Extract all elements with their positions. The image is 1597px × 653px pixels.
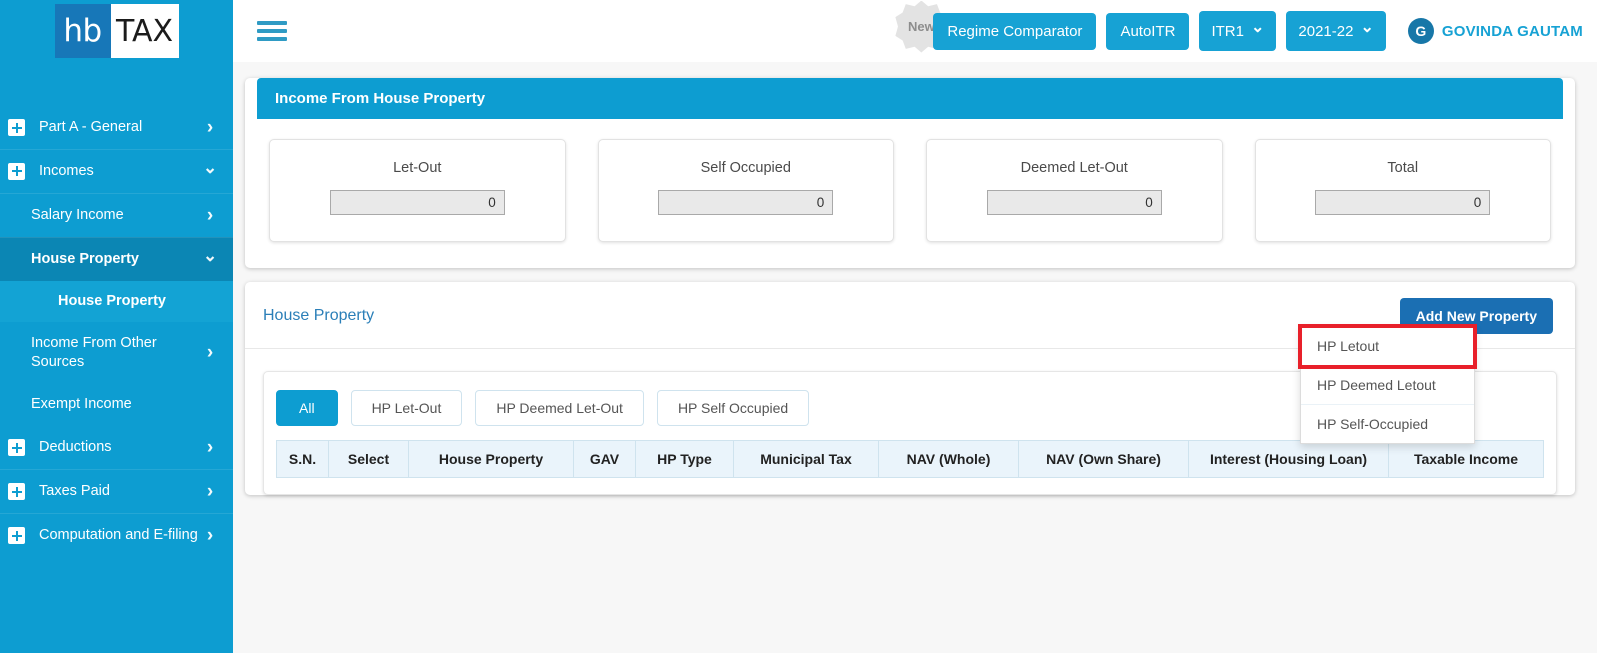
sidebar-item-taxes-paid[interactable]: Taxes Paid bbox=[0, 469, 233, 513]
summary-card-total: Total bbox=[1254, 139, 1551, 242]
regime-comparator-wrap: New Regime Comparator bbox=[895, 0, 1097, 53]
column-header-municipal-tax[interactable]: Municipal Tax bbox=[733, 440, 879, 478]
topbar-actions: New Regime Comparator AutoITR ITR1 2021-… bbox=[895, 0, 1587, 53]
filter-tab-hp-let-out[interactable]: HP Let-Out bbox=[350, 390, 463, 426]
column-header-gav[interactable]: GAV bbox=[573, 440, 636, 478]
column-header-taxable-income[interactable]: Taxable Income bbox=[1388, 440, 1544, 478]
avatar: G bbox=[1407, 18, 1434, 44]
plus-square-icon bbox=[8, 439, 25, 457]
user-menu[interactable]: G GOVINDA GAUTAM bbox=[1407, 18, 1583, 44]
column-header-nav-whole[interactable]: NAV (Whole) bbox=[878, 440, 1019, 478]
sidebar-item-salary-income[interactable]: Salary Income bbox=[0, 192, 233, 237]
regime-comparator-button[interactable]: Regime Comparator bbox=[933, 12, 1097, 50]
table-header-row: S.N. Select House Property GAV HP Type M… bbox=[276, 440, 1544, 478]
plus-square-icon bbox=[8, 162, 25, 180]
chevron-right-icon bbox=[203, 526, 217, 545]
itr-select-value: ITR1 bbox=[1211, 23, 1244, 40]
plus-square-icon bbox=[8, 483, 25, 501]
filter-tab-all[interactable]: All bbox=[276, 390, 338, 426]
summary-cards-row: Let-Out Self Occupied Deemed Let-Out Tot… bbox=[245, 119, 1575, 268]
sidebar-item-label: Salary Income bbox=[31, 206, 124, 223]
dropdown-item-hp-letout[interactable]: HP Letout bbox=[1298, 324, 1477, 369]
brand-logo[interactable]: hb TAX bbox=[0, 0, 233, 106]
summary-card-label: Self Occupied bbox=[700, 160, 791, 176]
summary-card-label: Let-Out bbox=[393, 160, 442, 176]
filter-tab-hp-self-occupied[interactable]: HP Self Occupied bbox=[656, 390, 810, 426]
auto-itr-button[interactable]: AutoITR bbox=[1106, 12, 1190, 50]
sidebar-item-label: Part A - General bbox=[39, 119, 143, 136]
sidebar-item-label: Exempt Income bbox=[31, 396, 132, 413]
sidebar-item-exempt-income[interactable]: Exempt Income bbox=[0, 383, 233, 426]
chevron-right-icon bbox=[203, 118, 217, 137]
house-property-table: S.N. Select House Property GAV HP Type M… bbox=[276, 440, 1544, 478]
column-header-nav-own-share[interactable]: NAV (Own Share) bbox=[1018, 440, 1189, 478]
column-header-sn[interactable]: S.N. bbox=[276, 440, 329, 478]
summary-card-label: Deemed Let-Out bbox=[1020, 160, 1128, 176]
chevron-right-icon bbox=[203, 482, 217, 501]
plus-square-icon bbox=[8, 119, 25, 136]
app-root: hb TAX Part A - General Incomes Salary I… bbox=[0, 0, 1597, 653]
assessment-year-value: 2021-22 bbox=[1298, 23, 1354, 40]
sidebar-item-house-property[interactable]: House Property bbox=[0, 236, 233, 281]
hamburger-icon[interactable] bbox=[257, 17, 287, 45]
sidebar-item-label: Deductions bbox=[39, 439, 112, 456]
house-property-panel: House Property Add New Property HP Letou… bbox=[245, 282, 1575, 495]
sidebar: hb TAX Part A - General Incomes Salary I… bbox=[0, 0, 233, 653]
chevron-right-icon bbox=[203, 438, 217, 457]
sidebar-item-label: Incomes bbox=[39, 163, 94, 179]
sidebar-item-computation-and-efiling[interactable]: Computation and E-filing bbox=[0, 513, 233, 557]
column-header-select[interactable]: Select bbox=[328, 440, 409, 478]
income-from-house-property-panel: Income From House Property Let-Out Self … bbox=[245, 78, 1575, 268]
column-header-house-property[interactable]: House Property bbox=[408, 440, 574, 478]
sidebar-item-deductions[interactable]: Deductions bbox=[0, 426, 233, 469]
logo-hb-text: hb bbox=[54, 4, 111, 58]
dropdown-item-hp-deemed-letout[interactable]: HP Deemed Letout bbox=[1301, 366, 1474, 405]
sidebar-item-label: Computation and E-filing bbox=[39, 527, 198, 544]
summary-card-deemed-let-out: Deemed Let-Out bbox=[926, 139, 1223, 242]
topbar: New Regime Comparator AutoITR ITR1 2021-… bbox=[233, 0, 1597, 62]
chevron-right-icon bbox=[203, 206, 217, 225]
chevron-down-icon bbox=[203, 251, 217, 268]
column-header-interest-housing-loan[interactable]: Interest (Housing Loan) bbox=[1188, 440, 1389, 478]
deemed-let-out-value-input[interactable] bbox=[986, 190, 1162, 215]
sidebar-item-label: Income From Other Sources bbox=[31, 334, 157, 370]
chevron-down-icon bbox=[203, 163, 217, 180]
panel-title: Income From House Property bbox=[257, 78, 1563, 119]
chevron-down-icon bbox=[1360, 21, 1373, 41]
plus-square-icon bbox=[8, 527, 25, 545]
chevron-down-icon bbox=[1251, 21, 1264, 41]
sidebar-nav: Part A - General Incomes Salary Income H… bbox=[0, 106, 233, 557]
itr-select-dropdown[interactable]: ITR1 bbox=[1199, 11, 1277, 51]
filter-tab-hp-deemed-let-out[interactable]: HP Deemed Let-Out bbox=[475, 390, 644, 426]
sidebar-item-label: Taxes Paid bbox=[39, 483, 110, 500]
content-area: Income From House Property Let-Out Self … bbox=[233, 62, 1597, 495]
logo-tax-text: TAX bbox=[110, 4, 179, 58]
chevron-right-icon bbox=[203, 343, 217, 362]
add-new-property-dropdown: HP Letout HP Deemed Letout HP Self-Occup… bbox=[1298, 324, 1477, 444]
summary-card-let-out: Let-Out bbox=[269, 139, 566, 242]
user-name-label: GOVINDA GAUTAM bbox=[1441, 22, 1583, 40]
sidebar-item-label: House Property bbox=[58, 293, 166, 310]
assessment-year-dropdown[interactable]: 2021-22 bbox=[1286, 11, 1386, 51]
main-area: New Regime Comparator AutoITR ITR1 2021-… bbox=[233, 0, 1597, 653]
sidebar-item-incomes[interactable]: Incomes bbox=[0, 149, 233, 193]
sidebar-item-house-property-leaf[interactable]: House Property bbox=[0, 280, 233, 322]
house-property-title: House Property bbox=[263, 307, 375, 324]
sidebar-item-label: House Property bbox=[31, 250, 139, 267]
summary-card-label: Total bbox=[1387, 160, 1419, 176]
dropdown-item-hp-self-occupied[interactable]: HP Self-Occupied bbox=[1301, 405, 1474, 443]
total-value-input[interactable] bbox=[1315, 190, 1491, 215]
sidebar-item-part-a-general[interactable]: Part A - General bbox=[0, 106, 233, 149]
self-occupied-value-input[interactable] bbox=[658, 190, 834, 215]
let-out-value-input[interactable] bbox=[329, 190, 505, 215]
sidebar-item-income-from-other-sources[interactable]: Income From Other Sources bbox=[0, 322, 233, 384]
column-header-hp-type[interactable]: HP Type bbox=[635, 440, 734, 478]
summary-card-self-occupied: Self Occupied bbox=[597, 139, 894, 242]
